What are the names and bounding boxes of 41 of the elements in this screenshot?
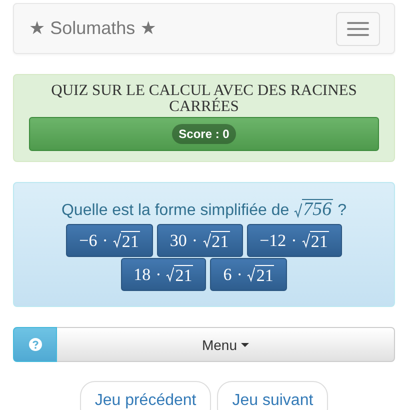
question-text: Quelle est la forme simplifiée de <box>61 202 290 220</box>
star-icon: ★ <box>29 18 46 39</box>
answer-button[interactable]: 30 · 21 <box>156 224 243 257</box>
menu-dropdown[interactable]: Menu <box>57 327 395 362</box>
radicand: 21 <box>174 264 194 284</box>
question-mark: ? <box>338 202 347 220</box>
radicand: 21 <box>310 230 329 250</box>
operator: · <box>192 230 198 250</box>
caret-icon <box>241 342 250 346</box>
coefficient: 18 <box>134 264 151 284</box>
answer-button[interactable]: 18 · 21 <box>120 258 206 291</box>
help-button[interactable] <box>13 327 57 362</box>
radical-icon <box>202 230 211 250</box>
answer-button[interactable]: −6 · 21 <box>66 224 153 257</box>
question-icon <box>28 338 42 351</box>
star-icon: ★ <box>140 18 156 39</box>
nav-button[interactable]: Jeu suivant <box>217 381 328 410</box>
coefficient: 6 <box>223 264 232 284</box>
quiz-title: QUIZ SUR LE CALCUL AVEC DES RACINES CARRÉES <box>50 83 358 117</box>
radical-icon <box>302 230 310 250</box>
menu-icon <box>347 22 369 36</box>
score-badge: Score : 0 <box>172 124 236 144</box>
coefficient: 30 <box>170 230 187 250</box>
brand-name[interactable]: Solumaths <box>50 18 136 39</box>
operator: · <box>102 230 108 250</box>
operator: · <box>156 264 162 284</box>
answer-button[interactable]: −12 · 21 <box>246 224 342 257</box>
operator: · <box>291 230 297 250</box>
operator: · <box>236 264 242 284</box>
radical-icon <box>247 264 256 284</box>
nav-button[interactable]: Jeu précédent <box>80 381 212 410</box>
coefficient: −6 <box>79 230 98 250</box>
radical-icon <box>112 230 121 250</box>
coefficient: −12 <box>260 230 286 250</box>
radicand: 21 <box>255 264 274 284</box>
radicand: 756 <box>302 199 333 223</box>
radicand: 21 <box>210 230 230 250</box>
answer-button[interactable]: 6 · 21 <box>210 258 288 291</box>
radicand: 21 <box>120 230 140 250</box>
menu-button[interactable] <box>336 12 380 46</box>
radical-icon <box>166 264 174 284</box>
